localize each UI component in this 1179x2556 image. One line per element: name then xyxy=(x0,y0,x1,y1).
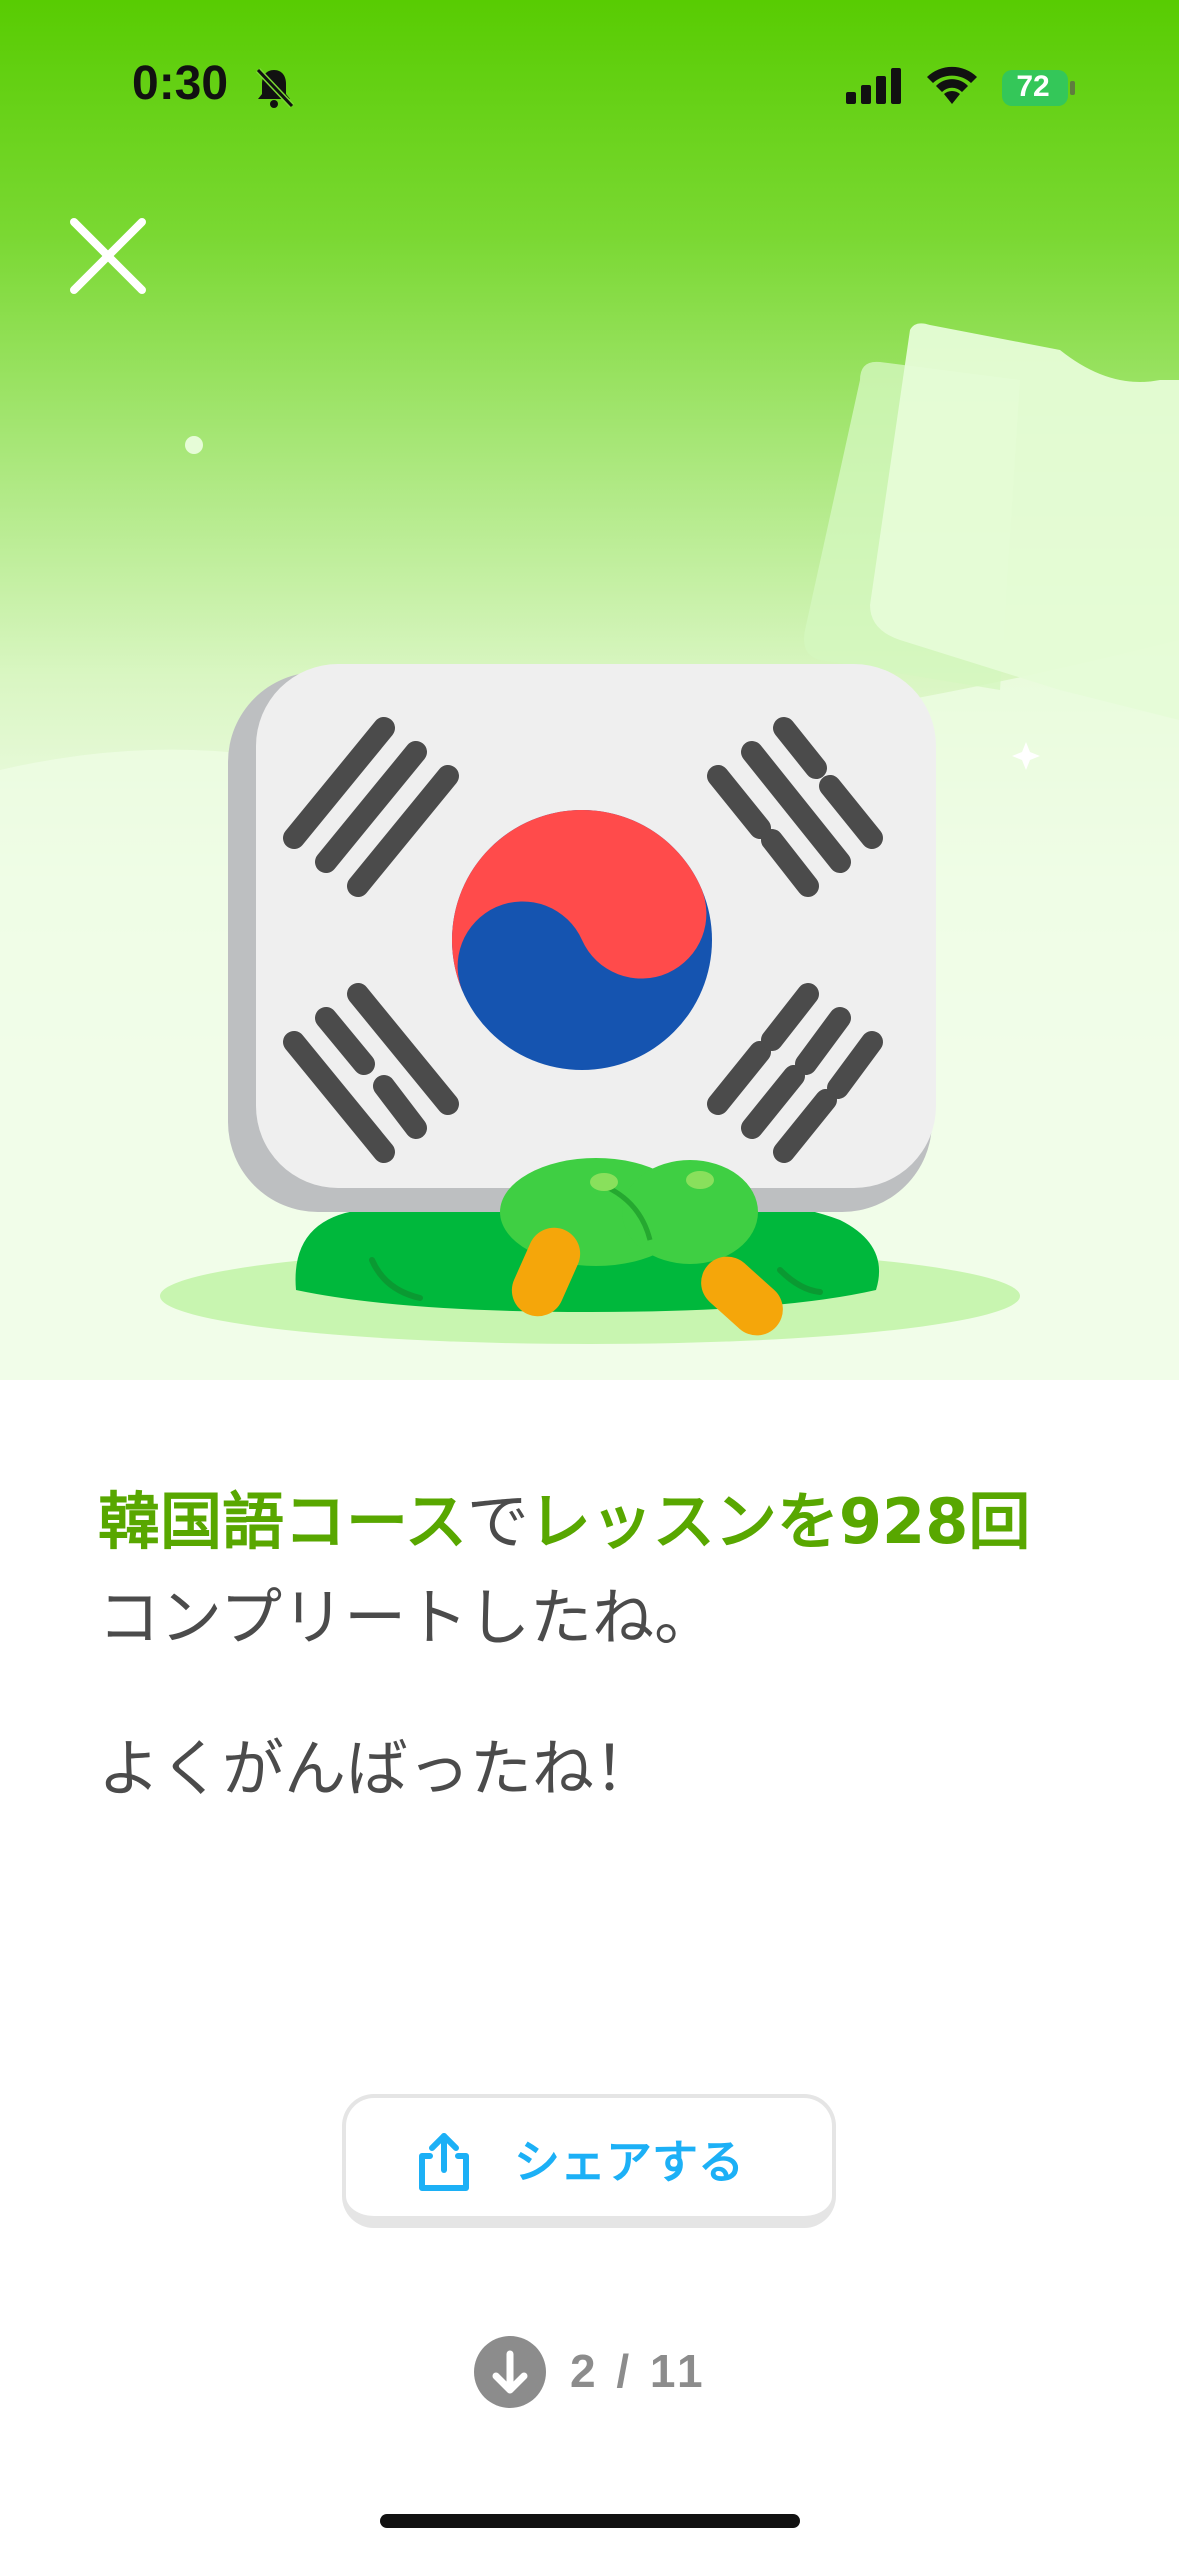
message-completed: コンプリートしたね。 xyxy=(98,1581,717,1654)
page-indicator: 2 / 11 xyxy=(570,2345,707,2397)
share-icon xyxy=(419,2133,469,2191)
lesson-count: レッスンを928回 xyxy=(528,1485,1031,1558)
message-particle: で xyxy=(466,1485,529,1558)
down-arrow-icon[interactable] xyxy=(474,2336,546,2408)
encouragement-text: よくがんばったね！ xyxy=(98,1732,657,1805)
share-button[interactable]: シェアする xyxy=(342,2094,836,2228)
home-indicator[interactable] xyxy=(380,2514,800,2528)
share-button-label: シェアする xyxy=(514,2135,744,2189)
completion-message: 韓国語コースでレッスンを928回 コンプリートしたね。 xyxy=(98,1474,1098,1666)
korean-flag-illustration xyxy=(0,323,1179,1380)
course-name: 韓国語コース xyxy=(98,1485,467,1558)
